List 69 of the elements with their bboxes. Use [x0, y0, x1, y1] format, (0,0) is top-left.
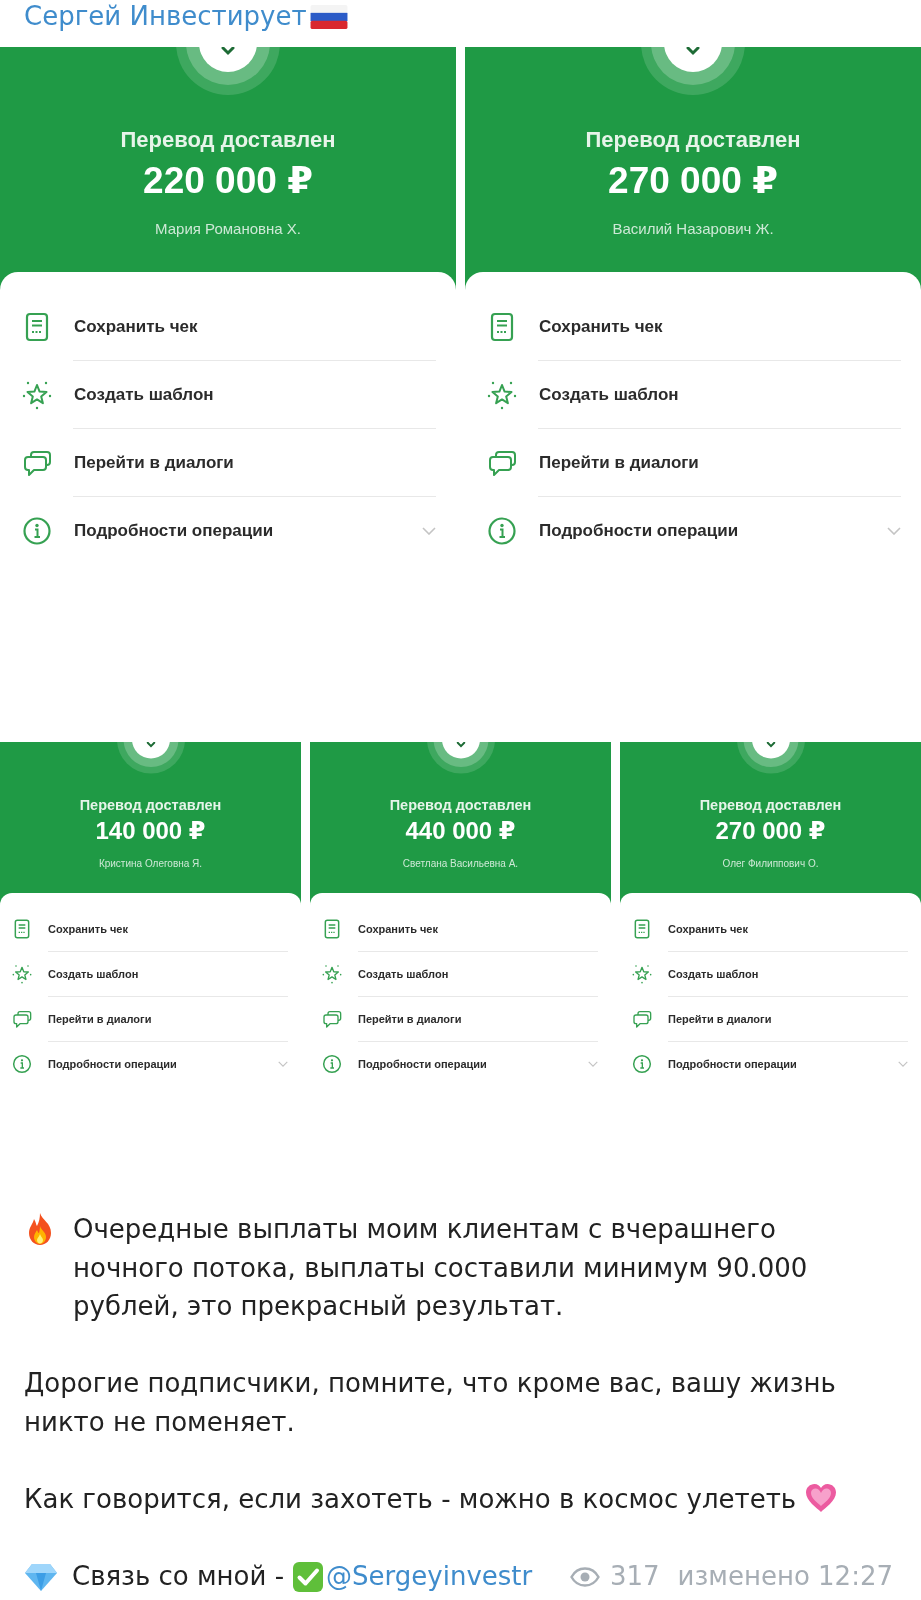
transfer-status: Перевод доставлен: [79, 796, 222, 814]
action-item[interactable]: Создать шаблон: [487, 361, 901, 428]
star-icon: [22, 379, 52, 410]
action-item[interactable]: Создать шаблон: [12, 952, 288, 996]
action-item[interactable]: Создать шаблон: [632, 952, 908, 996]
chevron-down-icon: [422, 526, 436, 535]
action-item[interactable]: Перейти в диалоги: [322, 997, 598, 1041]
heart-icon: [804, 1482, 839, 1515]
action-item[interactable]: Перейти в диалоги: [22, 429, 436, 496]
transfer-amount: 140 000 ₽: [95, 817, 206, 845]
action-item[interactable]: Сохранить чек: [22, 293, 436, 360]
action-item[interactable]: Сохранить чек: [12, 907, 288, 951]
action-item[interactable]: Перейти в диалоги: [632, 997, 908, 1041]
action-item[interactable]: Подробности операции: [322, 1042, 598, 1086]
post-paragraph: Как говорится, если захотеть - можно в космос улететь: [24, 1484, 797, 1515]
username-link[interactable]: @Sergeyinvestr: [326, 1557, 533, 1596]
post-paragraph: Дорогие подписчики, помните, что кроме вас, вашу жизнь никто не поменяет.: [24, 1368, 836, 1437]
info-icon: [22, 515, 52, 546]
document-icon: [12, 919, 32, 939]
transfer-status: Перевод доставлен: [120, 127, 336, 153]
chat-bubbles-icon: [322, 1009, 342, 1029]
transfer-amount: 270 000 ₽: [715, 817, 826, 845]
recipient-name: Кристина Олеговна Я.: [98, 857, 203, 871]
transfer-amount: 270 000 ₽: [608, 161, 778, 201]
contact-text: Связь со мной -: [72, 1560, 285, 1594]
action-item[interactable]: Сохранить чек: [322, 907, 598, 951]
recipient-name: Светлана Васильевна А.: [402, 857, 519, 871]
check-mark-icon: [292, 1560, 325, 1593]
chevron-down-icon: [278, 1061, 288, 1067]
action-item[interactable]: Создать шаблон: [22, 361, 436, 428]
action-item[interactable]: Создать шаблон: [322, 952, 598, 996]
star-icon: [632, 964, 652, 984]
channel-name[interactable]: Сергей Инвестирует: [24, 0, 307, 32]
eye-icon: [569, 1566, 600, 1587]
star-icon: [487, 379, 517, 410]
transfer-amount: 220 000 ₽: [143, 161, 313, 201]
post-paragraph: Очередные выплаты моим клиентам с вчерашнего ночного потока, выплаты составили минимум 90.000 рублей, это прекрасный результат.: [73, 1213, 809, 1324]
info-icon: [487, 515, 517, 546]
transfer-status: Перевод доставлен: [585, 127, 801, 153]
chevron-down-icon: [588, 1061, 598, 1067]
transfer-amount: 440 000 ₽: [405, 817, 516, 845]
recipient-name: Василий Назарович Ж.: [612, 219, 774, 239]
chat-bubbles-icon: [12, 1009, 32, 1029]
transfer-status: Перевод доставлен: [389, 796, 532, 814]
action-item[interactable]: Подробности операции: [632, 1042, 908, 1086]
recipient-name: Мария Романовна Х.: [155, 219, 301, 239]
action-item[interactable]: Подробности операции: [12, 1042, 288, 1086]
info-icon: [322, 1054, 342, 1074]
flag-icon: [309, 5, 348, 29]
transfer-status: Перевод доставлен: [699, 796, 842, 814]
view-count: 317: [609, 1560, 660, 1594]
star-icon: [12, 964, 32, 984]
action-item[interactable]: Перейти в диалоги: [487, 429, 901, 496]
chevron-down-icon: [887, 526, 901, 535]
star-icon: [322, 964, 342, 984]
diamond-icon: [24, 1561, 58, 1592]
action-item[interactable]: Подробности операции: [22, 497, 436, 564]
edit-time: изменено 12:27: [677, 1560, 893, 1594]
document-icon: [632, 919, 652, 939]
action-item[interactable]: Сохранить чек: [632, 907, 908, 951]
info-icon: [12, 1054, 32, 1074]
chat-bubbles-icon: [632, 1009, 652, 1029]
chevron-down-icon: [898, 1061, 908, 1067]
info-icon: [632, 1054, 652, 1074]
document-icon: [322, 919, 342, 939]
action-item[interactable]: Подробности операции: [487, 497, 901, 564]
recipient-name: Олег Филиппович О.: [722, 857, 819, 871]
action-item[interactable]: Перейти в диалоги: [12, 997, 288, 1041]
action-item[interactable]: Сохранить чек: [487, 293, 901, 360]
